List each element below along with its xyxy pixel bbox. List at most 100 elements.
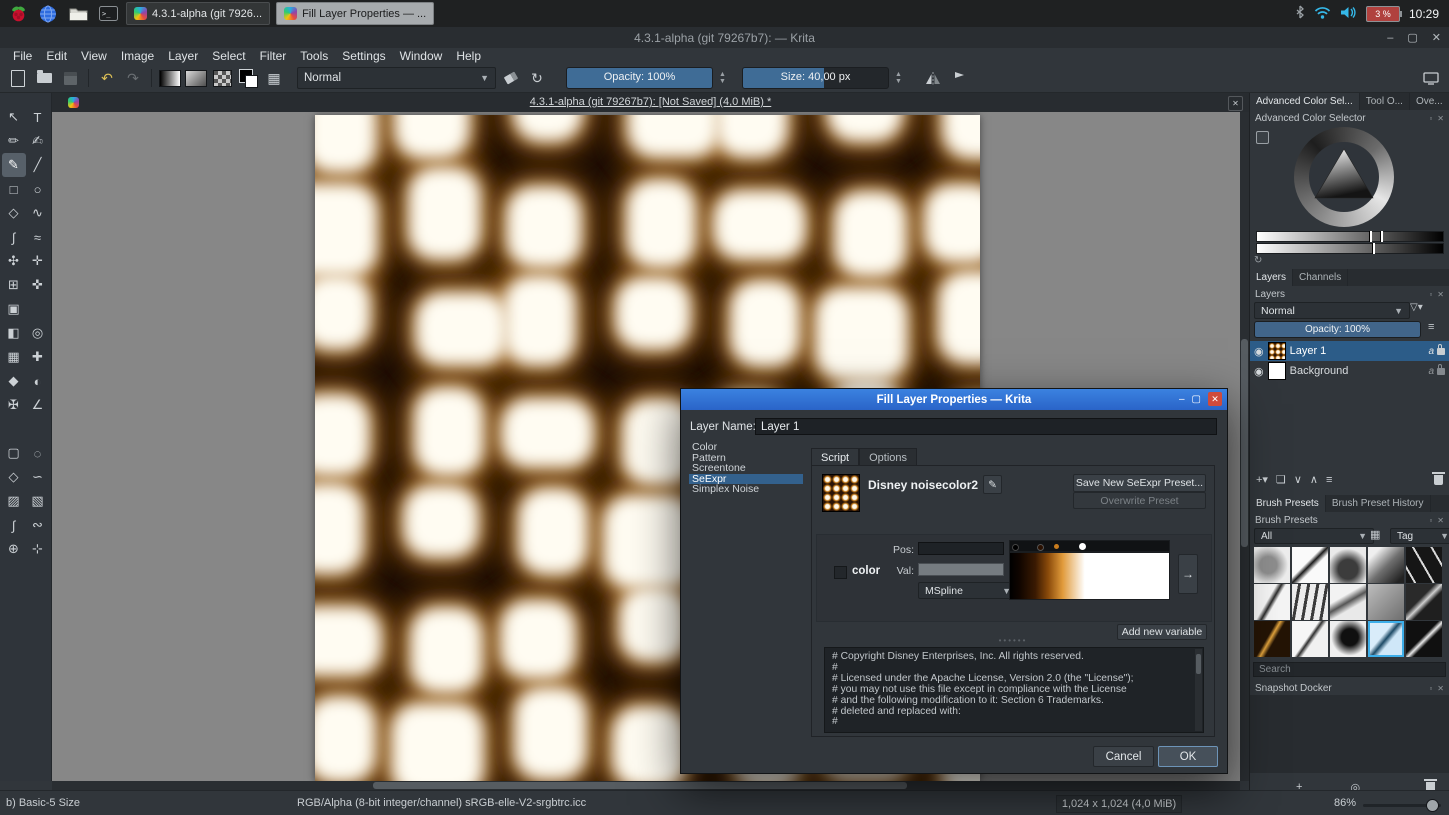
dialog-minimize-button[interactable]: – — [1179, 394, 1185, 405]
brush-preset[interactable] — [1368, 584, 1404, 620]
canvas-only-icon[interactable] — [1420, 67, 1442, 89]
save-icon[interactable] — [59, 67, 81, 89]
minimize-button[interactable]: – — [1387, 32, 1393, 44]
menu-help[interactable]: Help — [449, 48, 488, 64]
restore-button[interactable]: ▢ — [1407, 31, 1417, 44]
tool-fill[interactable]: ◆ — [2, 369, 26, 393]
brush-preset[interactable] — [1292, 584, 1328, 620]
save-new-preset-button[interactable]: Save New SeExpr Preset... — [1073, 474, 1206, 492]
zoom-percentage[interactable]: 86% — [1334, 797, 1356, 809]
scrollbar-thumb[interactable] — [1241, 339, 1248, 546]
menu-image[interactable]: Image — [114, 48, 161, 64]
layer-name[interactable]: Background — [1290, 365, 1349, 377]
delete-layer-button[interactable] — [1434, 475, 1443, 485]
fg-bg-color-swatch[interactable] — [237, 67, 259, 89]
brush-preset[interactable] — [1254, 621, 1290, 657]
gradient-chooser-icon[interactable] — [159, 67, 181, 89]
taskbar-window-dialog[interactable]: Fill Layer Properties — ... — [276, 2, 434, 25]
menu-edit[interactable]: Edit — [39, 48, 74, 64]
brush-preset[interactable] — [1406, 547, 1442, 583]
script-editor[interactable]: # Copyright Disney Enterprises, Inc. All… — [824, 647, 1204, 733]
menu-tools[interactable]: Tools — [293, 48, 335, 64]
add-layer-button[interactable]: +▾ — [1256, 473, 1268, 486]
duplicate-layer-button[interactable]: ❏ — [1276, 473, 1286, 486]
color-wheel[interactable] — [1294, 127, 1394, 227]
wifi-icon[interactable] — [1314, 6, 1331, 22]
tool-magnetic-select[interactable]: ∾ — [26, 513, 50, 537]
tool-edit-shapes[interactable]: ✏ — [2, 129, 26, 153]
brush-preset[interactable] — [1330, 547, 1366, 583]
tab-tool-options[interactable]: Tool O... — [1360, 93, 1410, 110]
layer-row-background[interactable]: ◉ Background a — [1250, 361, 1449, 381]
menu-filter[interactable]: Filter — [253, 48, 294, 64]
dialog-titlebar[interactable]: Fill Layer Properties — Krita — [681, 389, 1227, 410]
close-docker-icon[interactable]: ✕ — [1437, 290, 1444, 299]
tool-crop[interactable]: ▣ — [2, 297, 26, 321]
brush-search-input[interactable]: Search — [1253, 662, 1446, 677]
opacity-spinner[interactable]: ▲▼ — [717, 68, 728, 88]
generator-simplex-noise[interactable]: Simplex Noise — [689, 484, 803, 495]
brush-preset[interactable] — [1292, 621, 1328, 657]
brush-filter-combo[interactable]: All▼ — [1254, 528, 1374, 544]
layer-thumbnail[interactable] — [1268, 362, 1286, 380]
move-layer-up-button[interactable]: ∧ — [1310, 473, 1318, 486]
variable-checkbox[interactable] — [834, 566, 847, 579]
layer-name[interactable]: Layer 1 — [1290, 345, 1327, 357]
workspace-chooser-icon[interactable]: ▦ — [263, 67, 285, 89]
layer-filter-icon[interactable]: ▽▾ — [1410, 302, 1423, 313]
generator-screentone[interactable]: Screentone — [689, 463, 803, 474]
float-docker-icon[interactable]: ▫ — [1429, 684, 1432, 693]
gradient-stops-strip[interactable] — [1009, 540, 1170, 552]
brush-preset[interactable] — [1330, 584, 1366, 620]
vertical-scrollbar[interactable] — [1240, 112, 1249, 781]
taskbar-window-krita[interactable]: 4.3.1-alpha (git 7926... — [126, 2, 270, 25]
tool-select-shapes[interactable]: ↖ — [2, 105, 26, 129]
tool-pan[interactable]: ⊹ — [26, 537, 50, 561]
tool-bezier-curve[interactable]: ∫ — [2, 225, 26, 249]
tab-overview[interactable]: Ove... — [1410, 93, 1449, 110]
tool-color-sampler[interactable]: ◎ — [26, 321, 50, 345]
layer-thumbnail[interactable] — [1268, 342, 1286, 360]
brush-preset[interactable] — [1330, 621, 1366, 657]
brush-preset[interactable] — [1254, 547, 1290, 583]
open-document-icon[interactable] — [33, 67, 55, 89]
undo-icon[interactable]: ↶ — [96, 67, 118, 89]
layer-row-layer1[interactable]: ◉ Layer 1 a — [1250, 341, 1449, 361]
tab-options[interactable]: Options — [859, 448, 917, 466]
pos-input[interactable] — [918, 542, 1004, 555]
tab-script[interactable]: Script — [811, 448, 859, 466]
tag-combo[interactable]: Tag▼ — [1390, 528, 1449, 544]
close-document-icon[interactable]: ✕ — [1228, 96, 1243, 111]
edit-preset-icon[interactable]: ✎ — [983, 475, 1002, 494]
zoom-slider-handle[interactable] — [1426, 799, 1439, 812]
tab-channels[interactable]: Channels — [1293, 269, 1348, 286]
tool-smart-patch[interactable]: ✚ — [26, 345, 50, 369]
move-layer-down-button[interactable]: ∨ — [1294, 473, 1302, 486]
new-document-icon[interactable] — [7, 67, 29, 89]
opacity-slider[interactable]: Opacity: 100% — [566, 67, 713, 89]
tool-pattern-edit[interactable]: ▦ — [2, 345, 26, 369]
mirror-vertical-icon[interactable] — [948, 67, 970, 89]
file-manager-icon[interactable] — [66, 3, 90, 25]
display-mode-icon[interactable]: ▦ — [1370, 528, 1380, 541]
float-docker-icon[interactable]: ▫ — [1429, 114, 1432, 123]
tool-gradient[interactable]: ◧ — [2, 321, 26, 345]
tool-assistants[interactable]: ✠ — [2, 393, 26, 417]
blending-mode-combo[interactable]: Normal▼ — [297, 67, 496, 89]
fill-pattern-icon[interactable] — [185, 67, 207, 89]
gradient-stop[interactable] — [1012, 544, 1019, 551]
layer-lock-icon[interactable] — [1437, 368, 1445, 375]
visibility-eye-icon[interactable]: ◉ — [1254, 345, 1264, 358]
tool-colorize-mask[interactable]: ◐ — [26, 369, 50, 393]
cancel-button[interactable]: Cancel — [1093, 746, 1154, 767]
document-title[interactable]: 4.3.1-alpha (git 79267b7): [Not Saved] (… — [52, 96, 1249, 108]
menu-layer[interactable]: Layer — [161, 48, 205, 64]
alpha-inherit-icon[interactable]: a — [1428, 366, 1434, 377]
selector-settings-icon[interactable] — [1256, 131, 1269, 144]
close-docker-icon[interactable]: ✕ — [1437, 516, 1444, 525]
tool-ellipse[interactable]: ○ — [26, 177, 50, 201]
mirror-horizontal-icon[interactable] — [922, 67, 944, 89]
menu-select[interactable]: Select — [205, 48, 252, 64]
menu-settings[interactable]: Settings — [335, 48, 392, 64]
script-scrollbar[interactable] — [1195, 649, 1202, 731]
